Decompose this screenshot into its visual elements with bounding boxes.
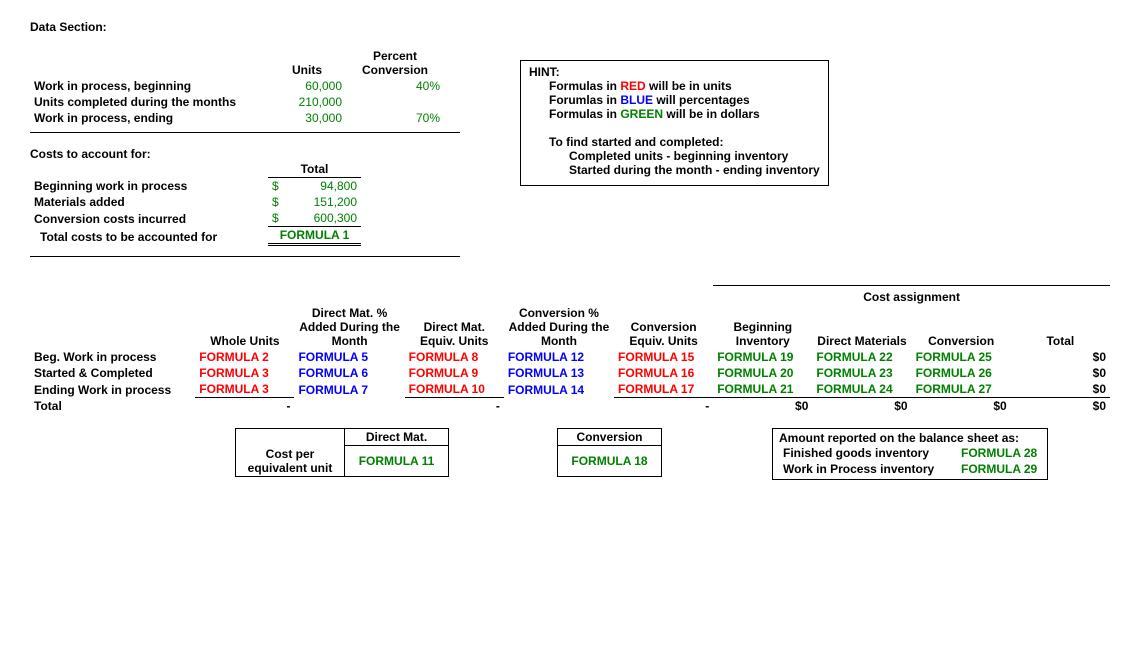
costs-table: Total Beginning work in process $94,800 …	[30, 161, 361, 246]
col-header: Conversion Equiv. Units	[614, 305, 713, 349]
conv-header: Conversion	[558, 429, 662, 446]
formula-cell: FORMULA 16	[614, 365, 713, 381]
formula-cell: FORMULA 5	[294, 349, 404, 365]
formula-cell: FORMULA 20	[713, 365, 812, 381]
formula-cell: FORMULA 2	[195, 349, 294, 365]
wip-label: Work in Process inventory	[779, 461, 957, 477]
col-header: Direct Materials	[812, 305, 911, 349]
hint-line: Forumlas in BLUE will percentages	[529, 93, 820, 107]
formula-cell: FORMULA 3	[195, 381, 294, 398]
balance-title: Amount reported on the balance sheet as:	[779, 431, 1041, 445]
formula-1: FORMULA 1	[268, 227, 361, 245]
total-cell: $0	[1011, 381, 1110, 398]
col-header: Direct Mat. % Added During the Month	[294, 305, 404, 349]
header-units: Units	[268, 48, 346, 78]
formula-cell: FORMULA 10	[405, 381, 504, 398]
formula-cell: FORMULA 23	[812, 365, 911, 381]
formula-cell: FORMULA 27	[912, 381, 1011, 398]
col-header: Beginning Inventory	[713, 305, 812, 349]
formula-cell: FORMULA 7	[294, 381, 404, 398]
formula-cell: FORMULA 21	[713, 381, 812, 398]
formula-cell: FORMULA 19	[713, 349, 812, 365]
hint-line: Completed units - beginning inventory	[529, 149, 820, 163]
formula-cell: FORMULA 17	[614, 381, 713, 398]
row-conv: Conversion costs incurred $600,300	[30, 210, 361, 227]
col-header: Whole Units	[195, 305, 294, 349]
balance-sheet-box: Amount reported on the balance sheet as:…	[772, 428, 1048, 480]
row-total: Total - - - $0 $0 $0 $0	[30, 398, 1110, 415]
formula-cell: FORMULA 26	[912, 365, 1011, 381]
formula-cell: FORMULA 6	[294, 365, 404, 381]
col-header: Direct Mat. Equiv. Units	[405, 305, 504, 349]
col-header: Conversion % Added During the Month	[504, 305, 614, 349]
header-total: Total	[268, 161, 361, 178]
row-bwip: Beginning work in process $94,800	[30, 178, 361, 195]
formula-cell: FORMULA 8	[405, 349, 504, 365]
main-grid: Cost assignment Whole Units Direct Mat. …	[30, 285, 1110, 414]
row-total-costs: Total costs to be accounted for FORMULA …	[30, 227, 361, 245]
total-cell: $0	[1011, 365, 1110, 381]
formula-28: FORMULA 28	[957, 445, 1041, 461]
section-title: Data Section:	[30, 20, 1114, 34]
formula-cell: FORMULA 13	[504, 365, 614, 381]
formula-cell: FORMULA 15	[614, 349, 713, 365]
formula-cell: FORMULA 25	[912, 349, 1011, 365]
divider	[30, 132, 460, 133]
divider	[30, 256, 460, 257]
formula-cell: FORMULA 22	[812, 349, 911, 365]
col-header: Conversion	[912, 305, 1011, 349]
row-wip-end: Work in process, ending 30,000 70%	[30, 110, 444, 126]
row-started-completed: Started & Completed FORMULA 3 FORMULA 6 …	[30, 365, 1110, 381]
data-section-table: Units Percent Conversion Work in process…	[30, 48, 444, 126]
formula-18: FORMULA 18	[558, 446, 662, 477]
cost-assignment-header: Cost assignment	[713, 286, 1110, 306]
hint-line: Started during the month - ending invent…	[529, 163, 820, 177]
formula-cell: FORMULA 9	[405, 365, 504, 381]
hint-box: HINT: Formulas in RED will be in units F…	[520, 60, 829, 186]
hint-line: Formulas in RED will be in units	[529, 79, 820, 93]
formula-29: FORMULA 29	[957, 461, 1041, 477]
fg-label: Finished goods inventory	[779, 445, 957, 461]
dm-header: Direct Mat.	[345, 429, 449, 446]
formula-cell: FORMULA 3	[195, 365, 294, 381]
row-mat: Materials added $151,200	[30, 194, 361, 210]
cost-per-label: Cost per equivalent unit	[236, 446, 345, 477]
hint-line: Formulas in GREEN will be in dollars	[529, 107, 820, 121]
cost-per-eq-table: Direct Mat. Conversion Cost per equivale…	[235, 428, 662, 477]
row-ending-wip: Ending Work in process FORMULA 3 FORMULA…	[30, 381, 1110, 398]
hint-title: HINT:	[529, 65, 820, 79]
hint-line: To find started and completed:	[529, 135, 820, 149]
col-header: Total	[1011, 305, 1110, 349]
costs-header: Costs to account for:	[30, 147, 460, 161]
row-units-completed: Units completed during the months 210,00…	[30, 94, 444, 110]
formula-cell: FORMULA 14	[504, 381, 614, 398]
formula-cell: FORMULA 24	[812, 381, 911, 398]
row-beg-wip: Beg. Work in process FORMULA 2 FORMULA 5…	[30, 349, 1110, 365]
total-cell: $0	[1011, 349, 1110, 365]
formula-cell: FORMULA 12	[504, 349, 614, 365]
formula-11: FORMULA 11	[345, 446, 449, 477]
row-wip-begin: Work in process, beginning 60,000 40%	[30, 78, 444, 94]
header-percent: Percent Conversion	[346, 48, 444, 78]
